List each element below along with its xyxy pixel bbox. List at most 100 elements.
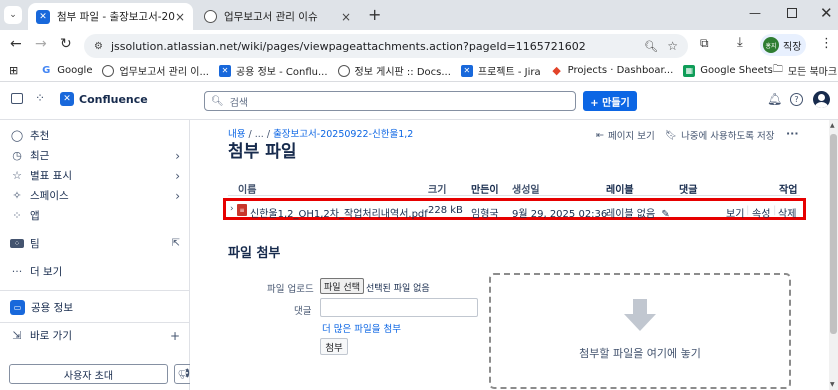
search-icon: 🔍︎ xyxy=(211,95,224,107)
chevron-right-icon[interactable]: › xyxy=(175,189,180,203)
team-icon: ⁘ xyxy=(10,239,24,248)
attachment-creator[interactable]: 임형국 xyxy=(471,205,499,220)
sidebar-divider xyxy=(0,322,189,323)
bookmark-google[interactable]: G Google xyxy=(40,65,92,77)
save-later-label: 나중에 사용하도록 저장 xyxy=(681,131,775,142)
back-icon[interactable]: ← xyxy=(10,36,22,52)
address-bar[interactable]: ⚙ jssolution.atlassian.net/wiki/pages/vi… xyxy=(84,34,688,58)
col-header-name[interactable]: 이름 xyxy=(238,181,256,196)
add-shortcut-icon[interactable]: + xyxy=(170,329,180,343)
bookmark-star-icon[interactable]: ☆ xyxy=(667,39,678,53)
profile-label: 직장 xyxy=(783,41,802,53)
col-header-labels: 레이블 xyxy=(606,185,634,196)
apps-icon: ⁘ xyxy=(12,209,22,222)
star-icon: ☆ xyxy=(12,169,22,182)
close-tab-icon[interactable]: × xyxy=(175,10,185,24)
sidebar-item-apps[interactable]: ⁘ 앱 xyxy=(10,208,180,223)
app-switcher-icon[interactable]: ⁘ xyxy=(35,91,45,105)
google-icon: G xyxy=(42,65,51,76)
choose-file-button[interactable]: 파일 선택 xyxy=(320,278,364,294)
zoom-icon[interactable]: 🔍︎ xyxy=(644,40,658,53)
scroll-down-arrow-icon[interactable]: ▼ xyxy=(830,381,835,388)
bookmark-gitlab[interactable]: ◆ Projects · Dashboar... xyxy=(551,64,673,77)
page-more-actions[interactable]: ··· xyxy=(786,127,799,140)
sidebar-item-spaces[interactable]: ✧ 스페이스 › xyxy=(10,188,180,203)
new-tab-button[interactable]: + xyxy=(368,5,381,24)
col-header-size[interactable]: 크기 xyxy=(428,181,446,196)
browser-tab-issue[interactable]: 업무보고서 관리 이슈 × xyxy=(196,3,359,30)
sidebar-item-teams[interactable]: ⁘ 팀 ⇱ xyxy=(10,236,180,251)
confluence-logo[interactable]: ✕ Confluence xyxy=(60,92,148,106)
download-icon[interactable]: ⤓ xyxy=(737,35,743,50)
no-file-selected-text: 선택된 파일 없음 xyxy=(366,284,430,294)
file-drop-zone[interactable]: 첨부할 파일을 여기에 놓기 xyxy=(489,273,791,389)
close-tab-icon[interactable]: × xyxy=(341,10,351,24)
browser-menu-icon[interactable]: ⋮ xyxy=(820,36,833,51)
edit-labels-pencil-icon[interactable]: ✎ xyxy=(661,209,669,220)
chevron-right-icon[interactable]: › xyxy=(175,149,180,163)
bookmark-label: 공용 정보 - Conflu... xyxy=(235,67,328,78)
sidebar-item-label: 별표 표시 xyxy=(30,170,72,182)
properties-action-link[interactable]: 속성 xyxy=(752,205,770,220)
site-info-icon[interactable]: ⚙ xyxy=(94,41,103,52)
space-icon: ▭ xyxy=(10,300,25,315)
comment-field[interactable] xyxy=(320,298,478,317)
maximize-window-icon[interactable] xyxy=(787,8,797,18)
tab-search-button[interactable]: ⌄ xyxy=(4,6,22,24)
page-view-button[interactable]: ⇤ 페이지 보기 xyxy=(596,128,655,143)
scroll-up-arrow-icon[interactable]: ▲ xyxy=(830,122,835,129)
page-title: 첨부 파일 xyxy=(228,142,297,162)
action-separator: | xyxy=(746,205,750,216)
avatar: 홍지 xyxy=(763,37,779,53)
browser-tab-attachments[interactable]: ✕ 첨부 파일 - 출장보고서-20250 × xyxy=(28,3,193,30)
all-bookmarks[interactable]: 🗀 모든 북마크 xyxy=(773,62,837,79)
extensions-icon[interactable]: ⧉ xyxy=(700,36,709,51)
comment-label: 댓글 xyxy=(294,306,312,317)
drop-zone-text: 첨부할 파일을 여기에 놓기 xyxy=(579,347,701,360)
profile-button[interactable]: 홍지 직장 xyxy=(760,34,806,56)
apps-grid-icon[interactable]: ⊞ xyxy=(9,64,18,77)
reload-icon[interactable]: ↻ xyxy=(60,36,72,52)
sidebar-item-recent[interactable]: ◷ 최근 › xyxy=(10,148,180,163)
sidebar-item-more[interactable]: ··· 더 보기 xyxy=(10,264,180,279)
table-header-divider xyxy=(228,195,800,196)
create-button[interactable]: + 만들기 xyxy=(583,91,637,111)
chevron-right-icon[interactable]: › xyxy=(175,169,180,183)
sidebar-space-public-info[interactable]: ▭ 공용 정보 xyxy=(10,300,180,315)
minimize-window-icon[interactable]: — xyxy=(749,6,761,20)
notifications-bell-icon[interactable]: 🔔︎ xyxy=(767,92,782,106)
user-avatar-icon[interactable] xyxy=(813,91,830,108)
forward-icon[interactable]: → xyxy=(35,36,47,52)
close-window-icon[interactable]: ✕ xyxy=(820,4,833,22)
sidebar-item-starred[interactable]: ☆ 별표 표시 › xyxy=(10,168,180,183)
bookmark-confluence[interactable]: ✕ 공용 정보 - Conflu... xyxy=(218,63,328,78)
sidebar-item-shortcuts[interactable]: ⇲ 바로 가기 + xyxy=(10,328,180,343)
invite-users-button[interactable]: 사용자 초대 xyxy=(9,364,168,384)
sidebar-item-label: 앱 xyxy=(30,210,40,222)
bookmark-report-issue[interactable]: 업무보고서 관리 이... xyxy=(102,63,209,78)
view-action-link[interactable]: 보기 xyxy=(726,205,744,220)
search-input[interactable]: 🔍︎ 검색 xyxy=(204,91,576,111)
action-separator: | xyxy=(773,205,777,216)
save-for-later-button[interactable]: 🔖︎ 나중에 사용하도록 저장 xyxy=(665,128,775,143)
bookmark-sheets[interactable]: ▦ Google Sheets xyxy=(683,64,773,77)
col-header-created[interactable]: 생성일 xyxy=(512,181,540,196)
external-link-icon[interactable]: ⇱ xyxy=(172,238,180,249)
bookmark-label: Google xyxy=(57,65,93,76)
attach-more-files-link[interactable]: 더 많은 파일을 첨부 xyxy=(322,321,401,335)
sidebar-item-for-you[interactable]: ◯ 추천 xyxy=(10,128,180,143)
attachment-file-link[interactable]: 신한울1,2_OH1,2차_작업처리내역서.pdf xyxy=(250,205,428,220)
sidebar-toggle-icon[interactable] xyxy=(11,93,23,104)
sheets-icon: ▦ xyxy=(683,64,696,77)
delete-action-link[interactable]: 삭제 xyxy=(778,205,796,220)
attach-submit-button[interactable]: 첨부 xyxy=(320,338,348,355)
expand-row-icon[interactable]: › xyxy=(230,204,234,214)
page-scrollbar[interactable]: ▲ ▼ xyxy=(829,120,838,390)
file-upload-label: 파일 업로드 xyxy=(267,284,314,295)
bookmark-jira[interactable]: ✕ 프로젝트 - Jira xyxy=(460,63,541,78)
scrollbar-thumb[interactable] xyxy=(830,134,837,334)
chevron-down-icon: ⌄ xyxy=(9,10,17,20)
bookmark-docs[interactable]: 정보 게시판 :: Docs... xyxy=(337,63,451,78)
sidebar-item-label: 팀 xyxy=(30,238,40,250)
help-icon[interactable]: ? xyxy=(790,93,803,106)
